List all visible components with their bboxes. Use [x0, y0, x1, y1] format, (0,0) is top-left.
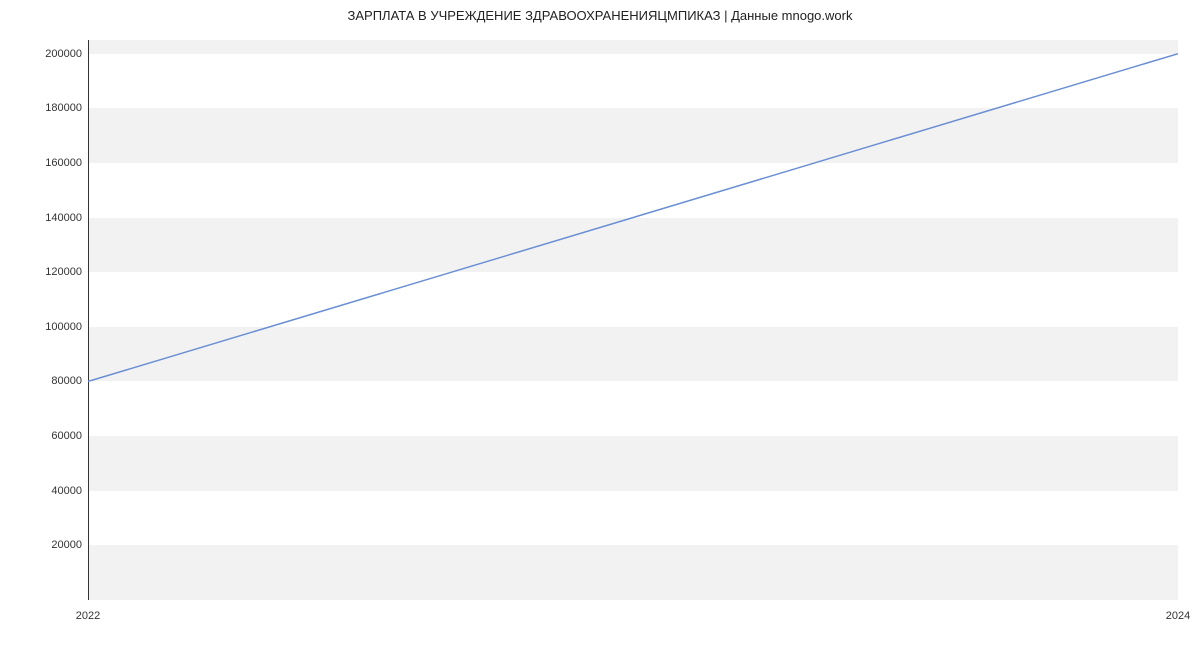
- line-chart: ЗАРПЛАТА В УЧРЕЖДЕНИЕ ЗДРАВООХРАНЕНИЯЦМП…: [0, 0, 1200, 650]
- y-tick-label: 200000: [12, 48, 82, 60]
- x-tick-label: 2024: [1166, 610, 1190, 622]
- plot-area: [88, 40, 1178, 600]
- grid-band: [89, 108, 1178, 163]
- grid-band: [89, 218, 1178, 273]
- y-tick-label: 20000: [12, 539, 82, 551]
- y-tick-label: 140000: [12, 212, 82, 224]
- y-tick-label: 60000: [12, 430, 82, 442]
- grid-band: [89, 40, 1178, 54]
- y-tick-label: 180000: [12, 102, 82, 114]
- y-tick-label: 120000: [12, 266, 82, 278]
- grid-band: [89, 545, 1178, 600]
- x-tick-label: 2022: [76, 610, 100, 622]
- chart-title: ЗАРПЛАТА В УЧРЕЖДЕНИЕ ЗДРАВООХРАНЕНИЯЦМП…: [0, 8, 1200, 23]
- y-tick-label: 80000: [12, 375, 82, 387]
- y-tick-label: 100000: [12, 321, 82, 333]
- y-tick-label: 160000: [12, 157, 82, 169]
- y-tick-label: 40000: [12, 485, 82, 497]
- grid-band: [89, 327, 1178, 382]
- grid-band: [89, 436, 1178, 491]
